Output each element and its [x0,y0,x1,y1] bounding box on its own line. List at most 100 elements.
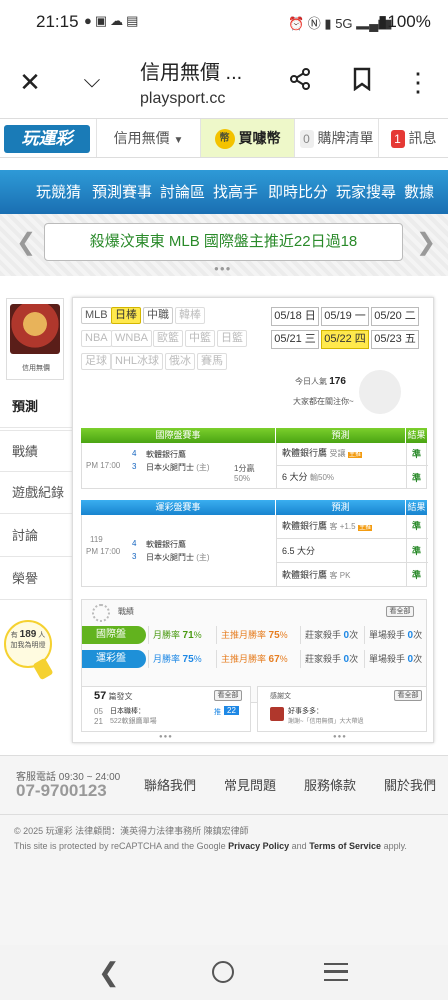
thanks-box: 感謝文 看全部 好事多多： 謝謝~「信用無價」大大帶過 [257,686,427,732]
intl-tag: 國際盤 [82,626,146,644]
fans-count: 189 [19,629,37,640]
side-tab-discussion[interactable]: 討論 [0,515,72,557]
profile-card[interactable]: 信用無價 [6,298,64,380]
lottery-header-event: 運彩盤賽事 [81,500,275,515]
cart-button[interactable]: 0 購牌清單 [294,119,378,157]
posts-see-all-button[interactable]: 看全部 [214,690,242,701]
system-nav-bar: ❮ [0,945,448,1000]
footer-link-contact[interactable]: 聯絡我們 [144,775,196,794]
network-type: 5G [335,16,353,31]
lottery-single: 單場殺手 0次 [364,650,422,668]
date-tab-selected[interactable]: 05/22 四 [321,330,369,349]
phone-number[interactable]: 07-9700123 [16,781,107,801]
record-title: 戰績 [118,607,134,616]
back-icon[interactable]: ❮ [98,957,120,988]
footer-link-terms[interactable]: 服務條款 [304,775,356,794]
signal-icons: ⏰ Ⓝ ▮ 5G ▂▄▆ [288,16,392,31]
lottery-main-rate: 主推月勝率 67% [216,650,288,668]
lottery-pred-1: 軟體銀行鷹 客 +1.5 主推 [282,521,373,531]
intl-kill: 莊家殺手 0次 [300,626,358,644]
buy-coins-button[interactable]: 幣買噱幣 [200,119,294,157]
home-icon[interactable] [212,961,234,983]
status-time: 21:15 [36,12,79,31]
recents-icon[interactable] [324,963,348,981]
chevron-down-icon[interactable]: ⌵ [72,60,112,100]
bookmark-icon[interactable] [342,62,382,102]
nav-item-forum[interactable]: 討論區 [160,181,205,202]
nav-item-guess[interactable]: 玩競猜 [36,181,81,202]
footer-link-faq[interactable]: 常見問題 [224,775,276,794]
posts-box: 57 篇發文 看全部 05 21 日本職棒： 522軟銀鷹單場 推 22 [81,686,251,732]
nav-item-data[interactable]: 數據 [404,181,434,202]
post-month: 05 [94,707,103,716]
league-chip[interactable]: 中職 [143,307,173,324]
page-url[interactable]: playsport.cc [140,90,225,108]
intl-row: PM 17:00 4 軟體銀行鷹 3 日本火腿鬥士 (主) 1分贏 50% 軟體… [81,443,428,489]
date-tab[interactable]: 05/20 二 [371,307,419,326]
fans-prefix: 有 [10,632,18,639]
record-see-all-button[interactable]: 看全部 [386,606,414,617]
date-tab[interactable]: 05/21 三 [271,330,319,349]
banner-text[interactable]: 殺爆汶東東 MLB 國際盤主推近22日過18 [44,223,403,261]
nav-item-livescore[interactable]: 即時比分 [268,181,328,202]
fans-unit: 人 [38,632,46,639]
site-logo[interactable]: 玩運彩 [4,125,90,153]
share-icon[interactable] [280,62,320,102]
intl-single: 單場殺手 0次 [364,626,422,644]
side-tab-honor[interactable]: 榮譽 [0,558,72,600]
side-tab-record[interactable]: 戰績 [0,430,72,472]
prev-arrow-icon[interactable]: ❮ [16,228,36,257]
league-chip: 韓棒 [175,307,205,324]
league-chip: NBA [81,330,112,347]
intl-pred-2: 6 大分 輸50% [282,472,335,482]
league-chip[interactable]: MLB [81,307,112,324]
lottery-pred-2: 6.5 大分 [282,546,316,556]
intl-main-rate: 主推月勝率 75% [216,626,288,644]
date-tab[interactable]: 05/23 五 [371,330,419,349]
post-day: 21 [94,717,103,726]
intl-header-pred: 預測 [275,428,405,443]
battery-percent: 100% [387,12,431,31]
nav-item-experts[interactable]: 找高手 [213,181,258,202]
post-push-count: 22 [224,706,239,715]
post-subtitle[interactable]: 522軟銀鷹單場 [110,716,157,726]
side-tab-predict[interactable]: 預測 [0,386,72,428]
nav-item-predict[interactable]: 預測賽事 [92,181,152,202]
side-tab-game-log[interactable]: 遊戲紀錄 [0,472,72,514]
league-chip: 歐籃 [153,330,183,347]
messages-button[interactable]: 1 訊息 [378,119,448,157]
league-chip: 足球 [81,353,111,370]
more-options-icon[interactable]: ⋮ [398,62,438,102]
date-tab[interactable]: 05/19 一 [321,307,369,326]
buy-coins-label: 買噱幣 [238,130,281,146]
terms-link[interactable]: Terms of Service [309,841,381,851]
team-a-no: 4 [132,449,137,458]
user-menu[interactable]: 信用無價 ▼ [96,119,200,157]
close-icon[interactable]: ✕ [10,62,50,102]
popularity-value: 176 [329,376,346,387]
posts-dots: ●●● [159,734,173,740]
coin-icon: 幣 [214,129,235,150]
game-time: PM 17:00 [86,547,121,556]
messages-label: 訊息 [408,130,437,146]
lottery-kill: 莊家殺手 0次 [300,650,358,668]
lottery-header-result: 結果 [405,500,427,515]
league-chip[interactable]: 日棒 [111,307,141,324]
footer-link-about[interactable]: 關於我們 [384,775,436,794]
privacy-link[interactable]: Privacy Policy [228,841,289,851]
promo-banner: ❮ 殺爆汶東東 MLB 國際盤主推近22日過18 ❯ ●●● [0,214,448,276]
site-header: 玩運彩 信用無價 ▼ 幣買噱幣 0 購牌清單 1 訊息 [0,118,448,158]
thanks-text[interactable]: 謝謝~「信用無價」大大帶過 [288,716,364,725]
post-title[interactable]: 日本職棒： [110,706,145,716]
thanks-user[interactable]: 好事多多： [288,706,323,716]
team-a: 軟體銀行鷹 [146,540,186,549]
thanks-see-all-button[interactable]: 看全部 [394,690,422,701]
league-chip: 俄冰 [165,353,195,370]
intl-result-2: 準 [412,473,422,483]
league-chip: NHL冰球 [111,353,164,370]
notification-icons: ●▣☁▤ [84,13,142,28]
next-arrow-icon[interactable]: ❯ [416,228,436,257]
lottery-row: 119 PM 17:00 4 軟體銀行鷹 3 日本火腿鬥士 (主) 軟體銀行鷹 … [81,515,428,587]
date-tab[interactable]: 05/18 日 [271,307,319,326]
nav-item-search[interactable]: 玩家搜尋 [336,181,396,202]
